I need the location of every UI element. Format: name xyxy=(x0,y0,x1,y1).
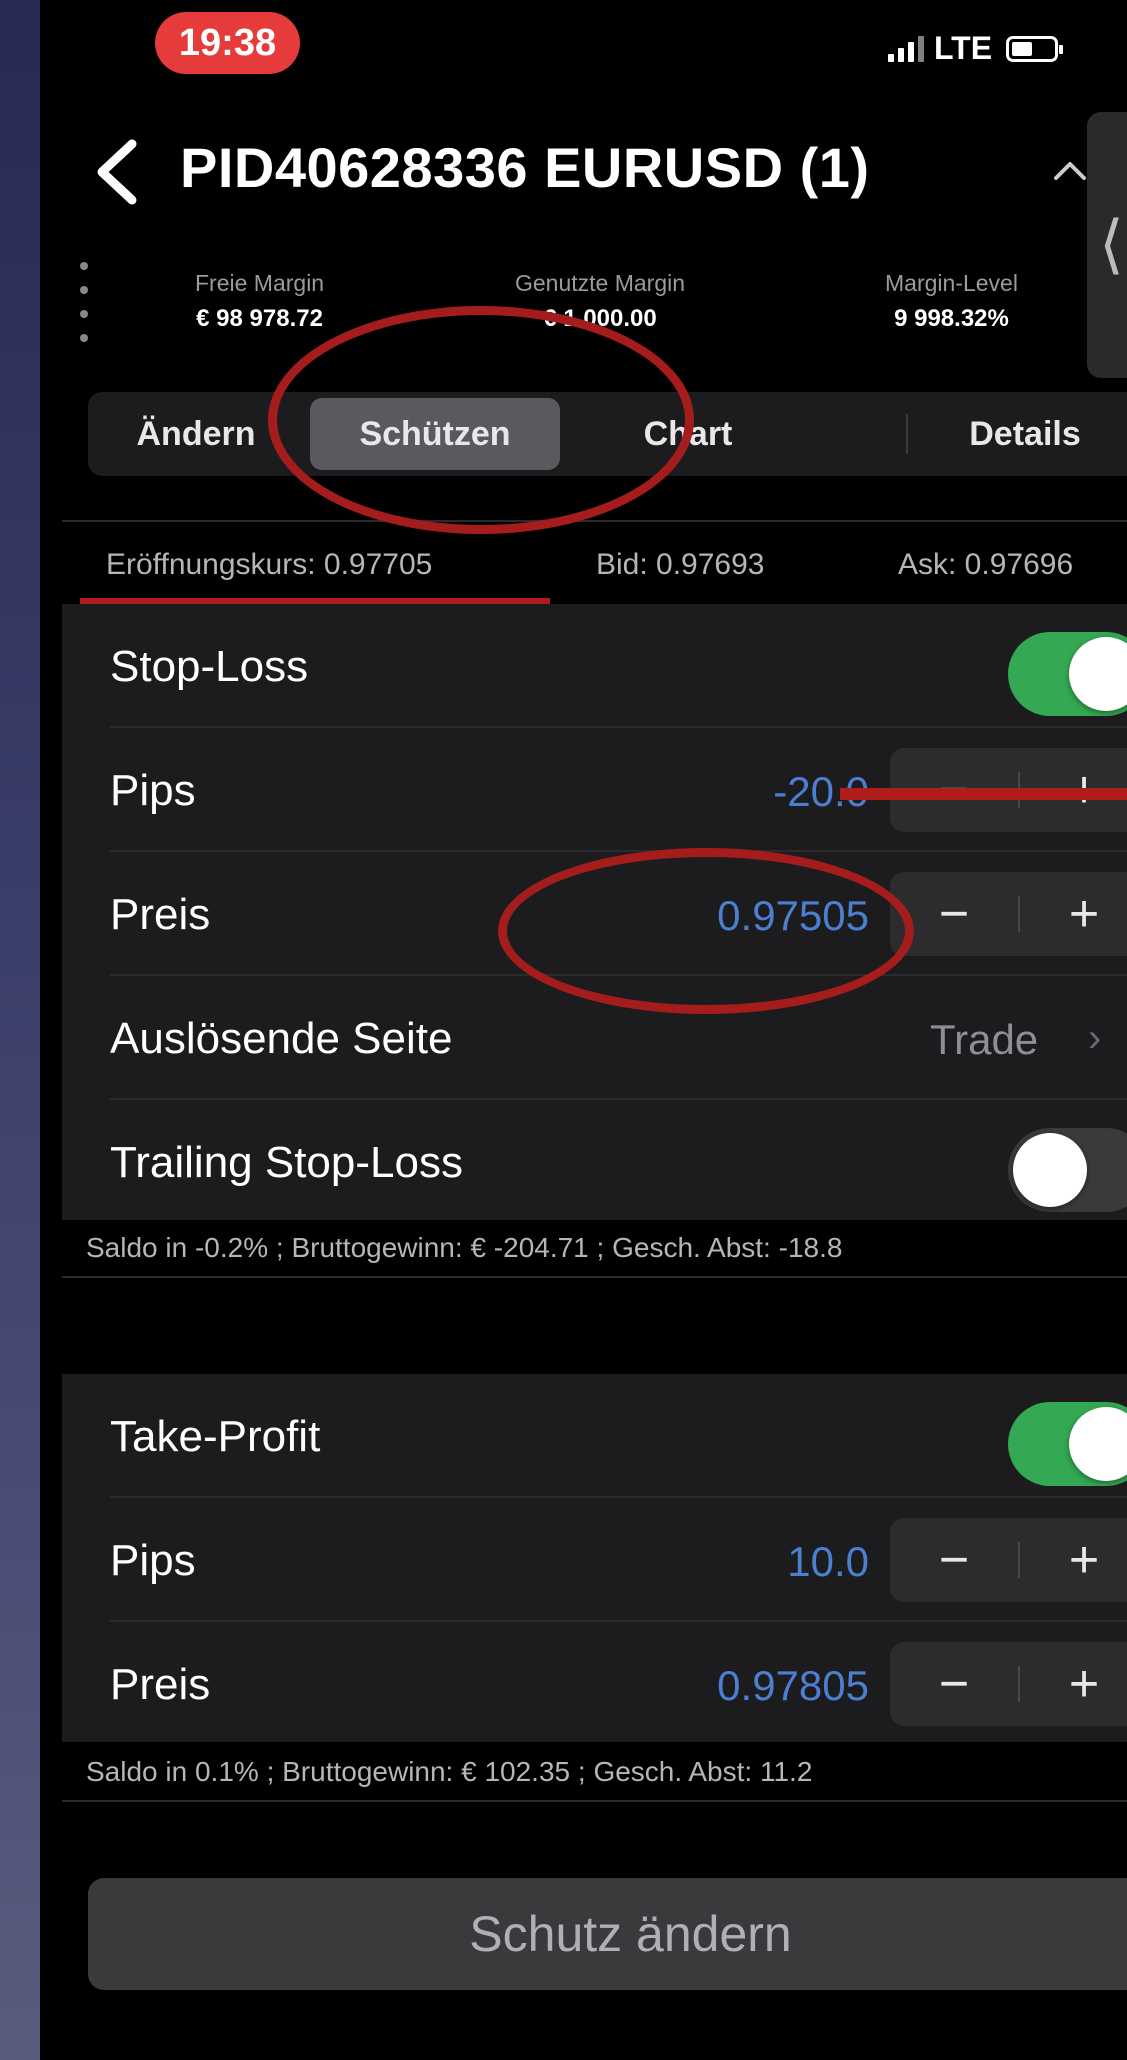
pips-label: Pips xyxy=(110,1536,196,1585)
status-icons: LTE xyxy=(888,30,1064,67)
side-drawer-tab[interactable]: ⟨ xyxy=(1087,112,1127,378)
trailing-stop-toggle[interactable] xyxy=(1008,1128,1127,1212)
annotation-ellipse xyxy=(498,848,914,1014)
chevron-up-icon[interactable] xyxy=(1050,150,1090,190)
margin-level-value: 9 998.32% xyxy=(894,305,1009,332)
stop-loss-price-stepper: − + xyxy=(890,872,1127,956)
background-strip xyxy=(0,0,40,2060)
plus-button[interactable]: + xyxy=(1020,872,1127,956)
stop-loss-toggle[interactable] xyxy=(1008,632,1127,716)
trailing-stop-row: Trailing Stop-Loss xyxy=(62,1100,1127,1224)
take-profit-pips-stepper: − + xyxy=(890,1518,1127,1602)
plus-button[interactable]: + xyxy=(1020,1642,1127,1726)
open-price: Eröffnungskurs: 0.97705 xyxy=(106,548,433,581)
stop-loss-summary: Saldo in -0.2% ; Bruttogewinn: € -204.71… xyxy=(86,1232,843,1263)
used-margin-label: Genutzte Margin xyxy=(515,270,686,296)
take-profit-price-value[interactable]: 0.97805 xyxy=(717,1662,869,1710)
stop-loss-label: Stop-Loss xyxy=(110,642,309,691)
take-profit-label: Take-Profit xyxy=(110,1412,321,1461)
take-profit-card: Take-Profit Pips 10.0 − + Preis 0.97805 … xyxy=(62,1374,1127,1742)
margin-level-label: Margin-Level xyxy=(885,270,1018,296)
phone-screen: 19:38 LTE PID40628336 EURUSD (1) ⟨ Freie… xyxy=(40,0,1127,2060)
ask-price: Ask: 0.97696 xyxy=(898,548,1074,581)
divider xyxy=(62,520,1127,522)
trigger-side-value: Trade xyxy=(930,1016,1039,1063)
take-profit-price-row: Preis 0.97805 − + xyxy=(62,1622,1127,1746)
pips-label: Pips xyxy=(110,766,196,815)
minus-button[interactable]: − xyxy=(890,1518,1018,1602)
divider xyxy=(62,1276,1127,1278)
free-margin-value: € 98 978.72 xyxy=(196,305,323,332)
plus-button[interactable]: + xyxy=(1020,1518,1127,1602)
take-profit-pips-value[interactable]: 10.0 xyxy=(787,1538,869,1586)
price-label: Preis xyxy=(110,1660,211,1709)
tab-details[interactable]: Details xyxy=(910,392,1127,476)
change-protection-button[interactable]: Schutz ändern xyxy=(88,1878,1127,1990)
take-profit-pips-row: Pips 10.0 − + xyxy=(62,1498,1127,1622)
bid-price: Bid: 0.97693 xyxy=(596,548,765,581)
divider xyxy=(62,1800,1127,1802)
back-chevron-icon[interactable] xyxy=(88,132,148,212)
page-title: PID40628336 EURUSD (1) xyxy=(180,136,870,199)
chevron-right-icon: › xyxy=(1088,1016,1102,1060)
network-label: LTE xyxy=(934,30,993,66)
free-margin-label: Freie Margin xyxy=(195,270,325,296)
minus-button[interactable]: − xyxy=(890,1642,1018,1726)
trailing-stop-label: Trailing Stop-Loss xyxy=(110,1138,463,1187)
price-label: Preis xyxy=(110,890,211,939)
free-margin: Freie Margin € 98 978.72 xyxy=(195,270,324,333)
annotation-ellipse xyxy=(268,306,694,534)
stop-loss-row: Stop-Loss xyxy=(62,604,1127,728)
margin-level: Margin-Level 9 998.32% xyxy=(885,270,1018,333)
take-profit-row: Take-Profit xyxy=(62,1374,1127,1498)
battery-icon xyxy=(1006,35,1064,62)
signal-icon xyxy=(888,35,924,62)
take-profit-toggle[interactable] xyxy=(1008,1402,1127,1486)
tab-divider xyxy=(906,414,908,454)
status-time: 19:38 xyxy=(155,12,300,74)
take-profit-price-stepper: − + xyxy=(890,1642,1127,1726)
more-menu-icon[interactable] xyxy=(80,262,92,342)
take-profit-summary: Saldo in 0.1% ; Bruttogewinn: € 102.35 ;… xyxy=(86,1756,813,1787)
annotation-line xyxy=(840,788,1127,800)
trigger-side-label: Auslösende Seite xyxy=(110,1014,453,1063)
chevron-left-icon: ⟨ xyxy=(1099,208,1124,280)
